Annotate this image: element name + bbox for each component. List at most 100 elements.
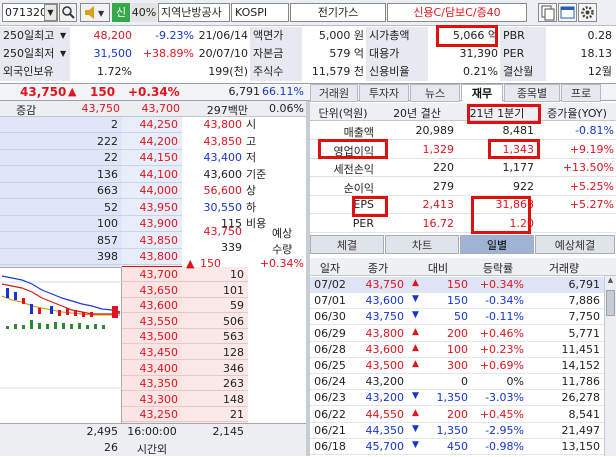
low250-value: 31,500 — [93, 47, 133, 60]
bid-row[interactable]: 43,400 346 — [122, 361, 248, 376]
daily-volume: 13,150 — [561, 440, 601, 453]
expected-label: 예상 — [272, 227, 293, 240]
ask-price: 44,100 — [139, 167, 179, 181]
ask-qty: 663 — [97, 184, 118, 197]
ask-row[interactable]: 136 44,100 — [0, 167, 182, 183]
daily-row[interactable]: 07/02 43,750 ▲ 150 +0.34% 6,791 — [310, 277, 604, 293]
window-icon[interactable] — [558, 3, 577, 22]
scroll-up-icon[interactable]: ▲ — [606, 276, 615, 287]
up-arrow-icon: ▲ — [412, 326, 419, 337]
tab-item[interactable]: 차트 — [385, 235, 459, 254]
bid-price: 43,400 — [139, 361, 179, 375]
ask-row[interactable]: 52 43,950 — [0, 200, 182, 216]
bid-row[interactable]: 43,600 59 — [122, 298, 248, 314]
low250-dropdown-icon[interactable]: ▼ — [60, 45, 70, 63]
daily-row[interactable]: 06/29 43,800 ▲ 200 +0.46% 5,771 — [310, 325, 604, 342]
daily-row[interactable]: 06/30 43,750 ▼ 50 -0.11% 7,750 — [310, 309, 604, 326]
ask-row[interactable]: 222 44,200 — [0, 134, 182, 150]
scroll-thumb[interactable] — [606, 290, 615, 316]
high250-dropdown-icon[interactable]: ▼ — [60, 27, 70, 45]
pbr-label: PBR — [500, 27, 546, 45]
finance-prev: 1,329 — [422, 142, 455, 156]
up-arrow-icon: ▲ — [412, 278, 419, 288]
orderbook-header: 증감 43,750 43,700 297백만 0.06% — [0, 101, 306, 117]
low250-date: 20/07/10 — [198, 47, 248, 60]
tab-item[interactable]: 프로 — [561, 84, 601, 102]
tab-item[interactable]: 체결 — [310, 235, 384, 254]
daily-volume: 11,451 — [561, 342, 601, 356]
search-icon[interactable] — [59, 3, 77, 22]
copy-icon[interactable] — [538, 3, 557, 22]
bid-qty: 59 — [230, 299, 244, 313]
per-label: PER — [500, 45, 546, 63]
capital-label: 자본금 — [250, 45, 302, 63]
code-dropdown-icon[interactable]: ▼ — [44, 4, 57, 21]
sector-label: 전기가스 — [290, 3, 386, 22]
shares-value: 11,579 천 — [311, 65, 364, 78]
bid-row[interactable]: 43,250 21 — [122, 407, 248, 423]
tab-item[interactable]: 투자자 — [359, 84, 409, 102]
ask-qty: 52 — [104, 200, 118, 214]
tab-item[interactable]: 뉴스 — [410, 84, 460, 102]
q1-header-highlight — [467, 104, 541, 124]
par-value: 5,000 원 — [318, 29, 364, 42]
daily-row[interactable]: 06/23 43,200 ▼ 1,350 -3.03% 26,278 — [310, 390, 604, 407]
tab-item[interactable]: 예상체결 — [535, 235, 615, 254]
credit-info: 신용C/담보C/증40 — [387, 3, 527, 22]
ask-row[interactable]: 857 43,850 — [0, 233, 182, 249]
bid-price: 43,500 — [139, 330, 179, 344]
substitute-label: 대용가 — [366, 45, 428, 63]
daily-row[interactable]: 06/22 44,550 ▲ 200 +0.45% 8,541 — [310, 406, 604, 423]
pbr-value: 0.28 — [587, 29, 613, 42]
tab-item[interactable]: 거래원 — [310, 84, 358, 102]
bid-price: 43,600 — [139, 299, 179, 313]
daily-row[interactable]: 06/24 43,200 0 0% 11,786 — [310, 374, 604, 391]
daily-row[interactable]: 06/18 45,700 ▼ 450 -0.98% 13,150 — [310, 439, 604, 455]
ask-row[interactable]: 398 43,800 — [0, 249, 182, 265]
tab-finance[interactable]: 재무 — [461, 84, 503, 102]
daily-close: 43,600 — [365, 294, 405, 308]
bid-row[interactable]: 43,350 263 — [122, 376, 248, 392]
daily-row[interactable]: 06/21 44,350 ▼ 1,350 -2.95% 21,497 — [310, 422, 604, 439]
down-arrow-icon: ▼ — [412, 423, 419, 434]
price-change: 150 — [90, 85, 116, 99]
daily-date: 06/29 — [314, 326, 346, 340]
daily-date: 06/24 — [314, 375, 346, 389]
bid-row[interactable]: 43,550 506 — [122, 314, 248, 329]
bid-row[interactable]: 43,700 10 — [122, 267, 248, 282]
scrollbar[interactable]: ▲ — [604, 276, 616, 456]
finance-row: 매출액 20,989 8,481 -0.81% — [310, 122, 616, 140]
high250-date: 21/06/14 — [198, 29, 248, 42]
daily-row[interactable]: 06/25 43,500 ▲ 300 +0.69% 14,152 — [310, 358, 604, 374]
bid-price: 43,450 — [139, 346, 179, 359]
bid-qty: 506 — [223, 314, 244, 328]
speaker-icon[interactable]: ▼ — [80, 3, 110, 22]
daily-row[interactable]: 07/01 43,600 ▼ 150 -0.34% 7,886 — [310, 293, 604, 310]
low250-pct: +38.89% — [142, 47, 194, 60]
daily-rate: +0.34% — [479, 278, 524, 291]
ask-row[interactable]: 22 44,150 — [0, 150, 182, 166]
bid-row[interactable]: 43,500 563 — [122, 329, 248, 345]
gear-icon[interactable] — [578, 3, 597, 22]
shares-label: 주식수 — [250, 63, 302, 81]
ask-row[interactable]: 2 44,250 — [0, 117, 182, 133]
bid-row[interactable]: 43,650 101 — [122, 283, 248, 298]
daily-rate: -0.34% — [485, 294, 524, 308]
daily-row[interactable]: 06/28 43,600 ▲ 100 +0.23% 11,451 — [310, 341, 604, 358]
ask-row[interactable]: 663 44,000 — [0, 183, 182, 199]
bid-qty: 128 — [223, 346, 244, 359]
ask-row[interactable]: 100 43,900 — [0, 216, 182, 232]
daily-date: 06/21 — [314, 423, 346, 437]
daily-change: 150 — [447, 294, 468, 308]
daily-close: 44,350 — [365, 423, 405, 437]
daily-close: 43,500 — [365, 359, 405, 372]
tab-daily[interactable]: 일별 — [460, 235, 534, 254]
stat-label: 기준 — [246, 167, 267, 181]
foreign-label: 외국인보유 — [0, 63, 70, 81]
daily-date: 07/02 — [314, 278, 346, 291]
market-label: KOSPI — [231, 3, 289, 22]
bid-row[interactable]: 43,450 128 — [122, 345, 248, 360]
bid-row[interactable]: 43,300 148 — [122, 392, 248, 407]
bid-price: 43,650 — [139, 283, 179, 297]
tab-item[interactable]: 종목별 — [504, 84, 560, 102]
